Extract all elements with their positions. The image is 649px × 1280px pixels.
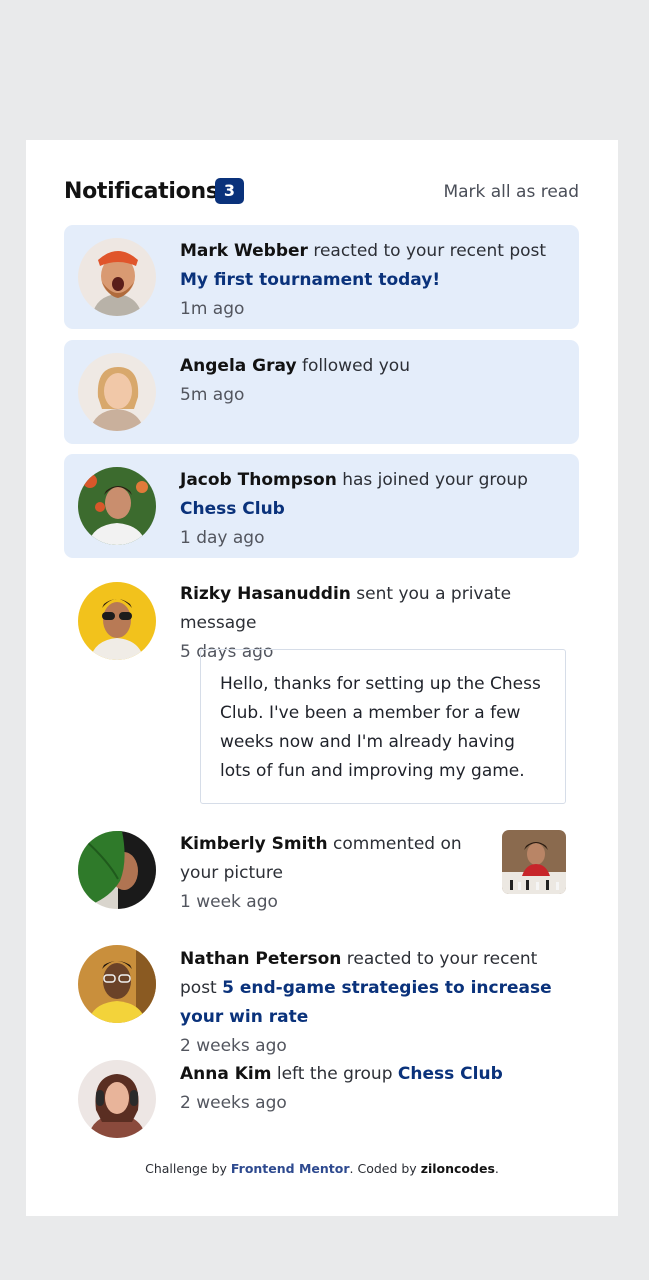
action-text: has joined your group xyxy=(342,470,528,490)
group-link[interactable]: Chess Club xyxy=(398,1064,503,1084)
post-link[interactable]: My first tournament today! xyxy=(180,270,440,290)
user-name-link[interactable]: Angela Gray xyxy=(180,356,297,376)
notification-item[interactable]: Jacob Thompson has joined your group Che… xyxy=(64,454,579,558)
mark-all-read-button[interactable]: Mark all as read xyxy=(443,180,579,204)
user-name-link[interactable]: Nathan Peterson xyxy=(180,949,341,969)
post-link[interactable]: 5 end-game strategies to increase your w… xyxy=(180,978,552,1027)
user-name-link[interactable]: Mark Webber xyxy=(180,241,308,261)
attribution-footer: Challenge by Frontend Mentor. Coded by z… xyxy=(26,1161,618,1176)
unread-count-badge: 3 xyxy=(215,178,244,204)
user-name-link[interactable]: Anna Kim xyxy=(180,1064,271,1084)
footer-suffix: . xyxy=(494,1161,499,1176)
notification-item[interactable]: Angela Gray followed you 5m ago xyxy=(64,340,579,444)
private-message-preview[interactable]: Hello, thanks for setting up the Chess C… xyxy=(200,649,566,804)
notification-text: Mark Webber reacted to your recent post … xyxy=(180,237,570,324)
group-link[interactable]: Chess Club xyxy=(180,499,285,519)
notification-text: Angela Gray followed you 5m ago xyxy=(180,352,570,410)
user-name-link[interactable]: Kimberly Smith xyxy=(180,834,328,854)
timestamp: 1m ago xyxy=(180,299,245,319)
timestamp: 5m ago xyxy=(180,385,245,405)
timestamp: 1 week ago xyxy=(180,892,278,912)
action-text: left the group xyxy=(276,1064,393,1084)
avatar[interactable] xyxy=(78,238,156,316)
user-name-link[interactable]: Jacob Thompson xyxy=(180,470,337,490)
footer-prefix: Challenge by xyxy=(145,1161,227,1176)
action-text: reacted to your recent post xyxy=(313,241,547,261)
notification-item[interactable]: Kimberly Smith commented on your picture… xyxy=(64,830,579,920)
action-text: followed you xyxy=(301,356,410,376)
timestamp: 1 day ago xyxy=(180,528,265,548)
notification-text: Jacob Thompson has joined your group Che… xyxy=(180,466,570,553)
notification-text: Nathan Peterson reacted to your recent p… xyxy=(180,945,570,1061)
avatar[interactable] xyxy=(78,945,156,1023)
notification-item[interactable]: Mark Webber reacted to your recent post … xyxy=(64,225,579,329)
user-name-link[interactable]: Rizky Hasanuddin xyxy=(180,584,351,604)
avatar[interactable] xyxy=(78,467,156,545)
avatar[interactable] xyxy=(78,1060,156,1138)
notifications-card: Notifications 3 Mark all as read Mark We… xyxy=(26,140,618,1216)
notification-item[interactable]: Anna Kim left the group Chess Club 2 wee… xyxy=(64,1055,579,1145)
page-title: Notifications xyxy=(64,179,219,204)
frontend-mentor-link[interactable]: Frontend Mentor xyxy=(231,1161,350,1176)
notification-text: Anna Kim left the group Chess Club 2 wee… xyxy=(180,1060,570,1118)
notification-text: Kimberly Smith commented on your picture… xyxy=(180,830,480,917)
avatar[interactable] xyxy=(78,831,156,909)
commented-picture-thumbnail[interactable] xyxy=(502,830,566,894)
header: Notifications 3 Mark all as read xyxy=(64,178,579,208)
timestamp: 2 weeks ago xyxy=(180,1093,287,1113)
notification-item[interactable]: Nathan Peterson reacted to your recent p… xyxy=(64,940,579,1056)
footer-middle: . Coded by xyxy=(349,1161,417,1176)
author-link[interactable]: ziloncodes xyxy=(421,1161,495,1176)
avatar[interactable] xyxy=(78,582,156,660)
avatar[interactable] xyxy=(78,353,156,431)
